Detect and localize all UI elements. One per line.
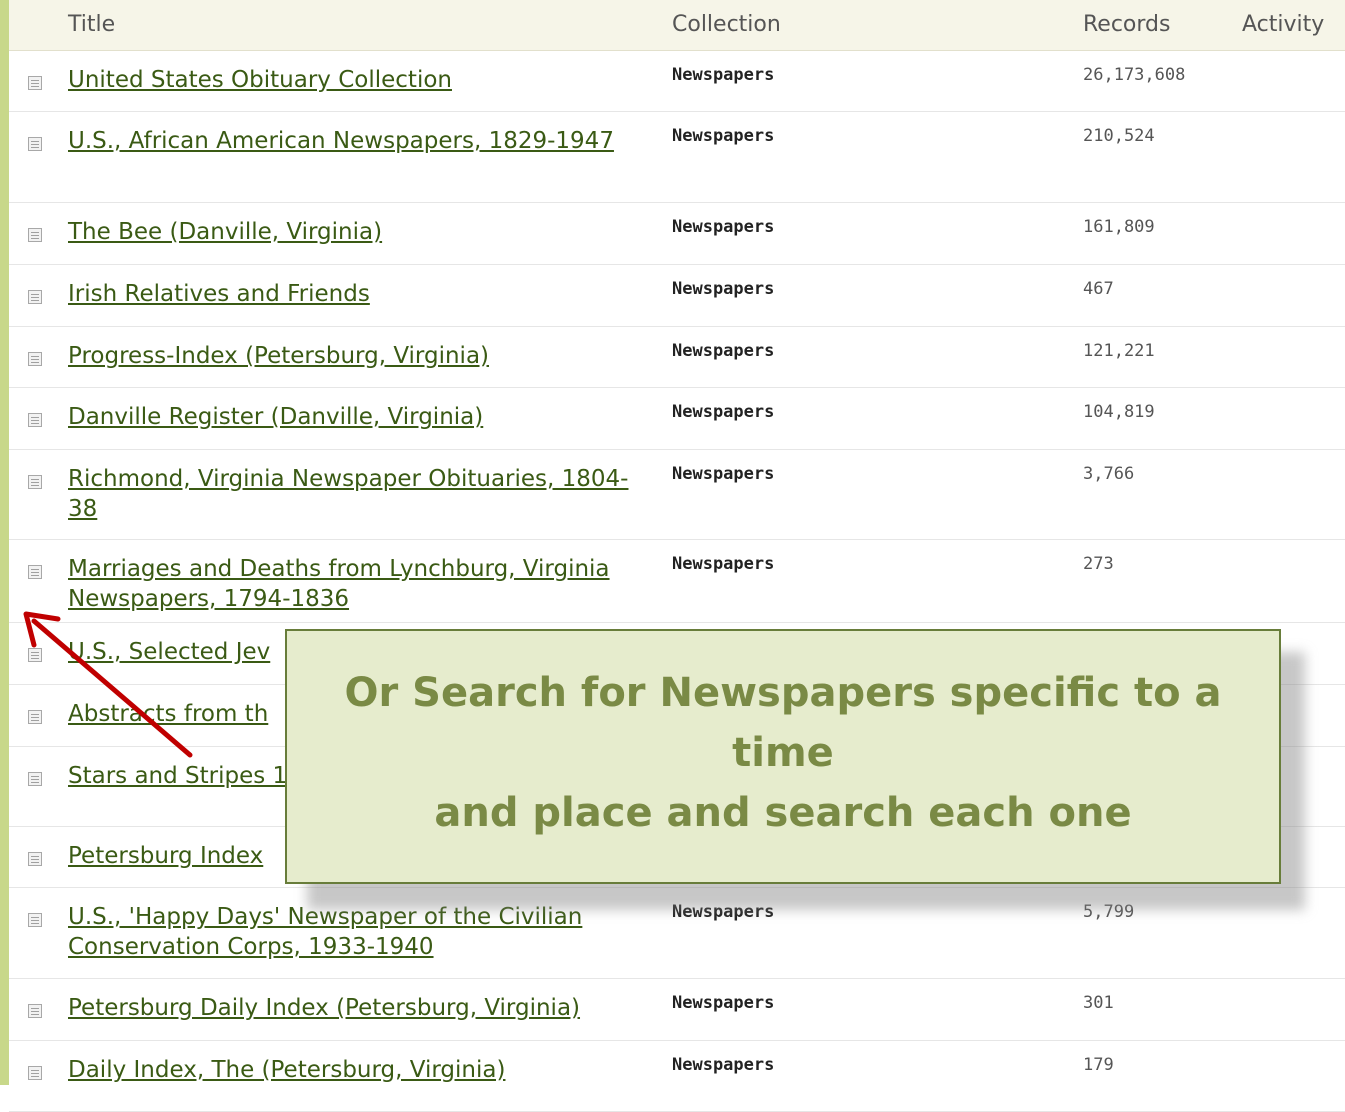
arrow-icon — [23, 611, 193, 758]
